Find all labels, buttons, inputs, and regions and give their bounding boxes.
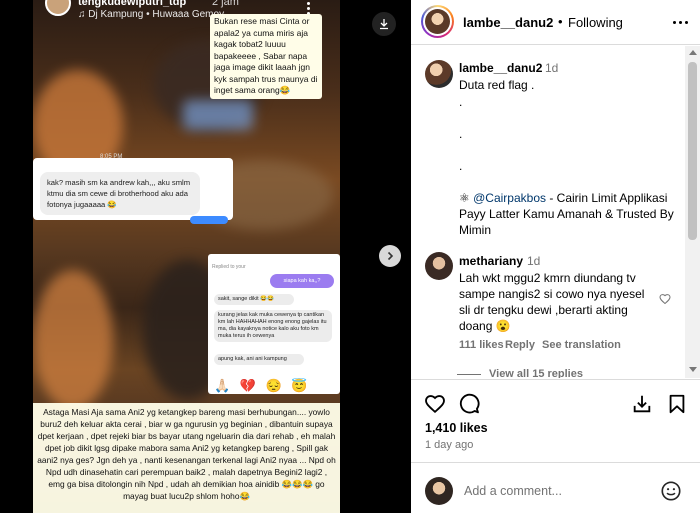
photo-background: [33, 270, 113, 410]
see-translation-link[interactable]: See translation: [542, 339, 621, 351]
comment-time: 1d: [527, 254, 541, 268]
bookmark-icon[interactable]: [666, 393, 688, 415]
post-date: 1 day ago: [425, 439, 474, 451]
overlay-text-top: Bukan rese masi Cinta or apala2 ya cuma …: [210, 14, 322, 99]
scroll-thumb[interactable]: [688, 62, 697, 240]
separator-dot: •: [558, 14, 563, 29]
media-panel: tengkudewiputri_tdp 2 jam ♫ Dj Kampung •…: [0, 0, 411, 513]
comment-likes[interactable]: 111 likes: [459, 339, 504, 351]
chat-bubble: kak? masih sm ka andrew kah,,, aku smlm …: [40, 172, 200, 215]
story-music: ♫ Dj Kampung • Huwaaa Gemoy: [78, 9, 225, 20]
following-button[interactable]: Following: [568, 15, 623, 30]
story-time: 2 jam: [212, 0, 239, 8]
post-header: lambe__danu2 • Following: [411, 0, 700, 45]
scroll-down-icon[interactable]: [689, 367, 697, 372]
more-options-icon[interactable]: [673, 21, 688, 24]
commenter-username[interactable]: metharianу: [459, 254, 523, 268]
comments-list: lambe__danu2 1d Duta red flag . . . . ⚛ …: [411, 46, 700, 378]
instagram-post-window: tengkudewiputri_tdp 2 jam ♫ Dj Kampung •…: [0, 0, 700, 513]
comment-icon[interactable]: [458, 393, 480, 415]
caption-username[interactable]: lambe__danu2: [459, 61, 542, 75]
dm-replied: Replied to your: [212, 264, 246, 270]
current-user-avatar: [425, 477, 453, 505]
reply-button[interactable]: Reply: [505, 339, 535, 351]
story-username: tengkudewiputri_tdp: [78, 0, 187, 8]
emoji-icon[interactable]: [660, 480, 682, 502]
dm-screenshot: Replied to your siapa kah ka,,? sakit, s…: [208, 254, 340, 394]
post-side-panel: lambe__danu2 • Following lambe__danu2 1d…: [411, 0, 700, 513]
author-avatar[interactable]: [421, 5, 454, 38]
dm-emoji-row: 🙏🏻 💔 😔 😇: [214, 378, 311, 393]
caption-text: Duta red flag . . . . ⚛ @Cairpakbos - Ca…: [459, 78, 674, 237]
dm-bubble-received: kurang jelas kak muka cewenya tp cantika…: [214, 310, 332, 342]
commenter-avatar[interactable]: [425, 252, 453, 280]
author-username[interactable]: lambe__danu2: [463, 15, 553, 30]
overlay-text-bottom: Astaga Masi Aja sama Ani2 yg ketangkep b…: [33, 403, 340, 513]
view-replies-label[interactable]: View all 15 replies: [489, 368, 583, 378]
story-avatar: [45, 0, 71, 16]
chat-blue-bubble: [190, 216, 228, 224]
share-icon[interactable]: [631, 393, 653, 415]
view-replies-line: [457, 373, 481, 375]
action-bar: 1,410 likes 1 day ago: [411, 379, 700, 459]
scrollbar[interactable]: [685, 46, 700, 378]
download-icon[interactable]: [372, 12, 396, 36]
like-comment-heart-icon[interactable]: [659, 293, 671, 305]
chat-time: 8:05 PM: [100, 154, 123, 160]
mention-link[interactable]: @Cairpakbos: [473, 191, 546, 205]
dm-bubble-sent: siapa kah ka,,?: [270, 274, 334, 288]
comment-text: Lah wkt mggu2 kmrn diundang tv sampe nan…: [459, 271, 645, 333]
view-replies[interactable]: View all 15 replies: [457, 368, 583, 378]
caption-time: 1d: [545, 61, 559, 75]
add-comment-bar: Add a comment...: [411, 462, 700, 513]
likes-count[interactable]: 1,410 likes: [425, 421, 488, 435]
atom-icon: ⚛: [459, 191, 470, 205]
chevron-right-icon[interactable]: [379, 245, 401, 267]
caption-avatar[interactable]: [425, 60, 453, 88]
scroll-up-icon[interactable]: [689, 50, 697, 55]
photo-background: [183, 100, 253, 130]
heart-icon[interactable]: [424, 393, 446, 415]
dm-bubble-received: sakit, sange dikit 😂😂: [214, 294, 294, 305]
comment-input[interactable]: Add a comment...: [464, 484, 562, 498]
dm-bubble-received: apung kak, ani ani kampung: [214, 354, 304, 365]
